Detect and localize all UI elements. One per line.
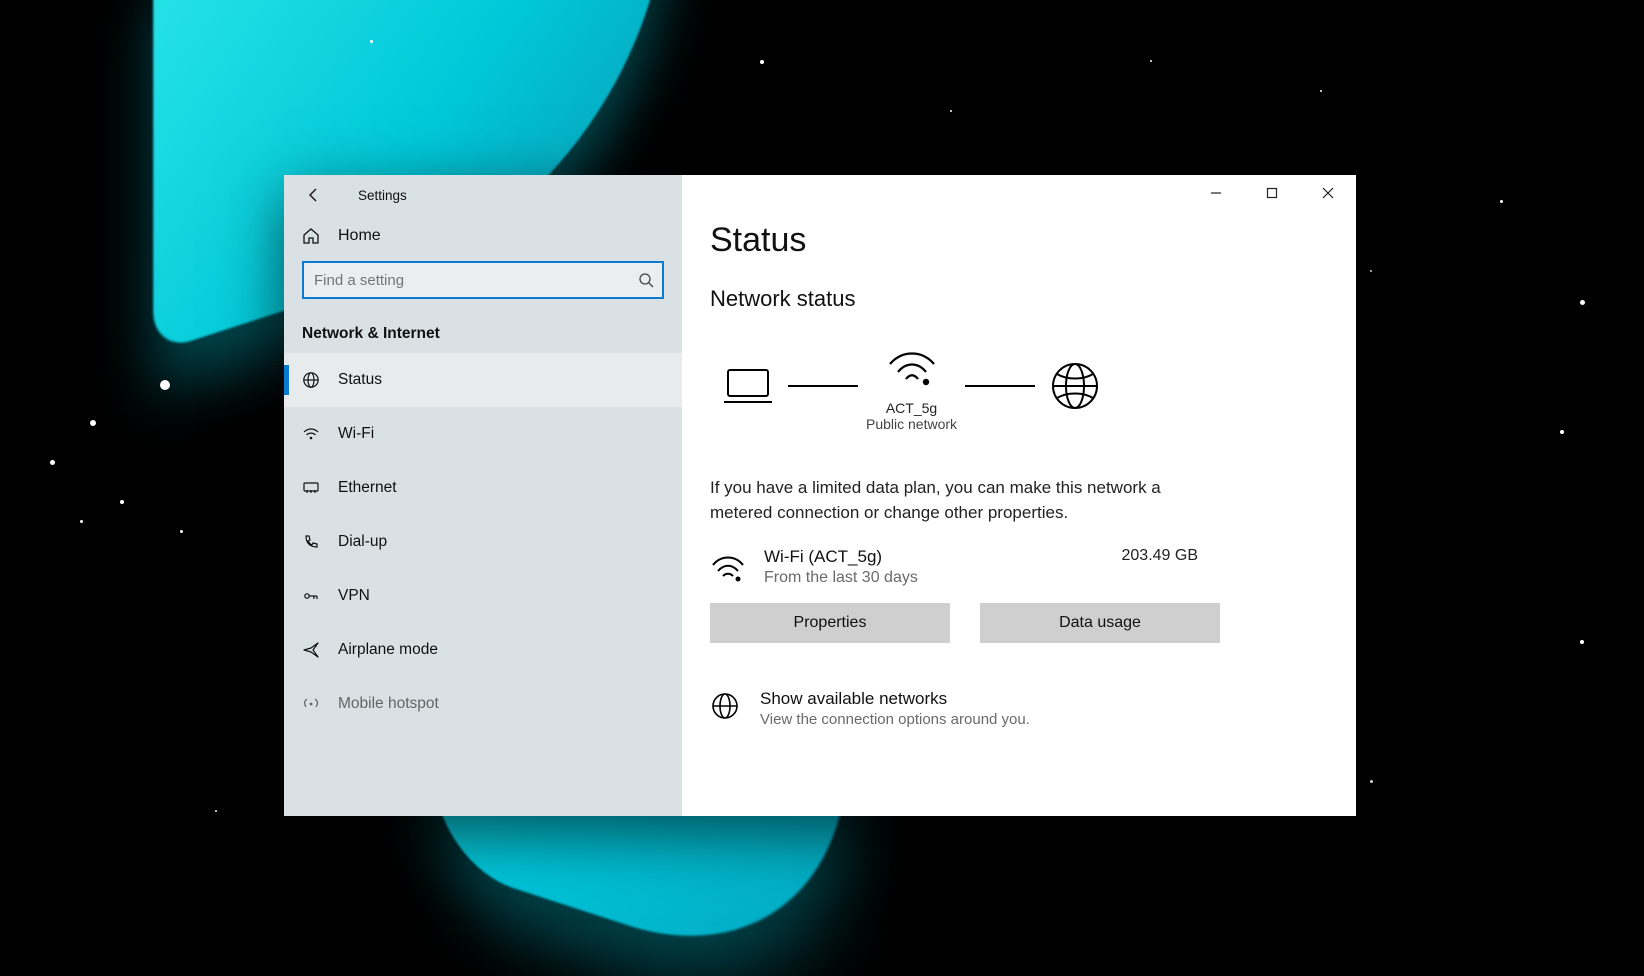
titlebar-left: Settings — [284, 175, 682, 215]
ethernet-icon — [302, 479, 320, 497]
arrow-left-icon — [306, 187, 322, 203]
sidebar-item-airplane[interactable]: Airplane mode — [284, 623, 682, 677]
sidebar-home[interactable]: Home — [284, 215, 682, 255]
sidebar-item-label: Status — [338, 371, 382, 389]
sidebar-item-ethernet[interactable]: Ethernet — [284, 461, 682, 515]
connection-name: Wi-Fi (ACT_5g) — [764, 547, 1104, 567]
content-pane: Status Network status ACT_5g Public netw… — [682, 175, 1356, 816]
diagram-line — [788, 385, 858, 387]
minimize-button[interactable] — [1188, 175, 1244, 211]
airplane-icon — [302, 641, 320, 659]
maximize-button[interactable] — [1244, 175, 1300, 211]
window-buttons — [1188, 175, 1356, 211]
sidebar-item-label: Ethernet — [338, 479, 397, 497]
sidebar-item-hotspot[interactable]: Mobile hotspot — [284, 677, 682, 731]
settings-window: Settings Home Network & Internet Sta — [284, 175, 1356, 816]
connection-row: Wi-Fi (ACT_5g) From the last 30 days 203… — [710, 525, 1328, 587]
search-input[interactable] — [302, 261, 664, 299]
network-diagram: ACT_5g Public network — [710, 312, 1328, 432]
close-icon — [1322, 187, 1334, 199]
close-button[interactable] — [1300, 175, 1356, 211]
vpn-icon — [302, 587, 320, 605]
sidebar-item-label: Mobile hotspot — [338, 695, 439, 713]
globe-icon — [710, 691, 740, 721]
minimize-icon — [1210, 187, 1222, 199]
show-networks-title: Show available networks — [760, 689, 1030, 709]
sidebar-item-wifi[interactable]: Wi-Fi — [284, 407, 682, 461]
connection-usage: 203.49 GB — [1122, 547, 1329, 565]
wifi-icon — [880, 340, 944, 394]
sidebar-item-vpn[interactable]: VPN — [284, 569, 682, 623]
search-icon — [638, 272, 654, 288]
wifi-icon — [302, 425, 320, 443]
device-icon — [716, 359, 780, 413]
sidebar-nav: Status Wi-Fi Ethernet Dial-up — [284, 353, 682, 731]
diagram-line — [965, 385, 1035, 387]
globe-icon — [302, 371, 320, 389]
sidebar-item-label: Wi-Fi — [338, 425, 374, 443]
sidebar-home-label: Home — [338, 227, 381, 245]
home-icon — [302, 227, 320, 245]
back-button[interactable] — [294, 175, 334, 215]
connection-subtitle: From the last 30 days — [764, 569, 1104, 587]
globe-icon — [1043, 359, 1107, 413]
diagram-network-type: Public network — [866, 416, 957, 432]
phone-icon — [302, 533, 320, 551]
show-networks-row[interactable]: Show available networks View the connect… — [710, 643, 1328, 728]
window-title: Settings — [334, 188, 407, 203]
properties-button[interactable]: Properties — [710, 603, 950, 643]
wifi-icon — [710, 551, 746, 587]
data-usage-button[interactable]: Data usage — [980, 603, 1220, 643]
sidebar-item-label: Dial-up — [338, 533, 387, 551]
sidebar-category: Network & Internet — [284, 313, 682, 353]
maximize-icon — [1266, 187, 1278, 199]
show-networks-subtitle: View the connection options around you. — [760, 711, 1030, 728]
sidebar: Settings Home Network & Internet Sta — [284, 175, 682, 816]
sidebar-item-status[interactable]: Status — [284, 353, 682, 407]
sidebar-item-dialup[interactable]: Dial-up — [284, 515, 682, 569]
network-blurb: If you have a limited data plan, you can… — [710, 432, 1190, 525]
diagram-network-name: ACT_5g — [886, 400, 937, 416]
sidebar-item-label: VPN — [338, 587, 370, 605]
section-head: Network status — [710, 260, 1328, 312]
sidebar-item-label: Airplane mode — [338, 641, 438, 659]
hotspot-icon — [302, 695, 320, 713]
